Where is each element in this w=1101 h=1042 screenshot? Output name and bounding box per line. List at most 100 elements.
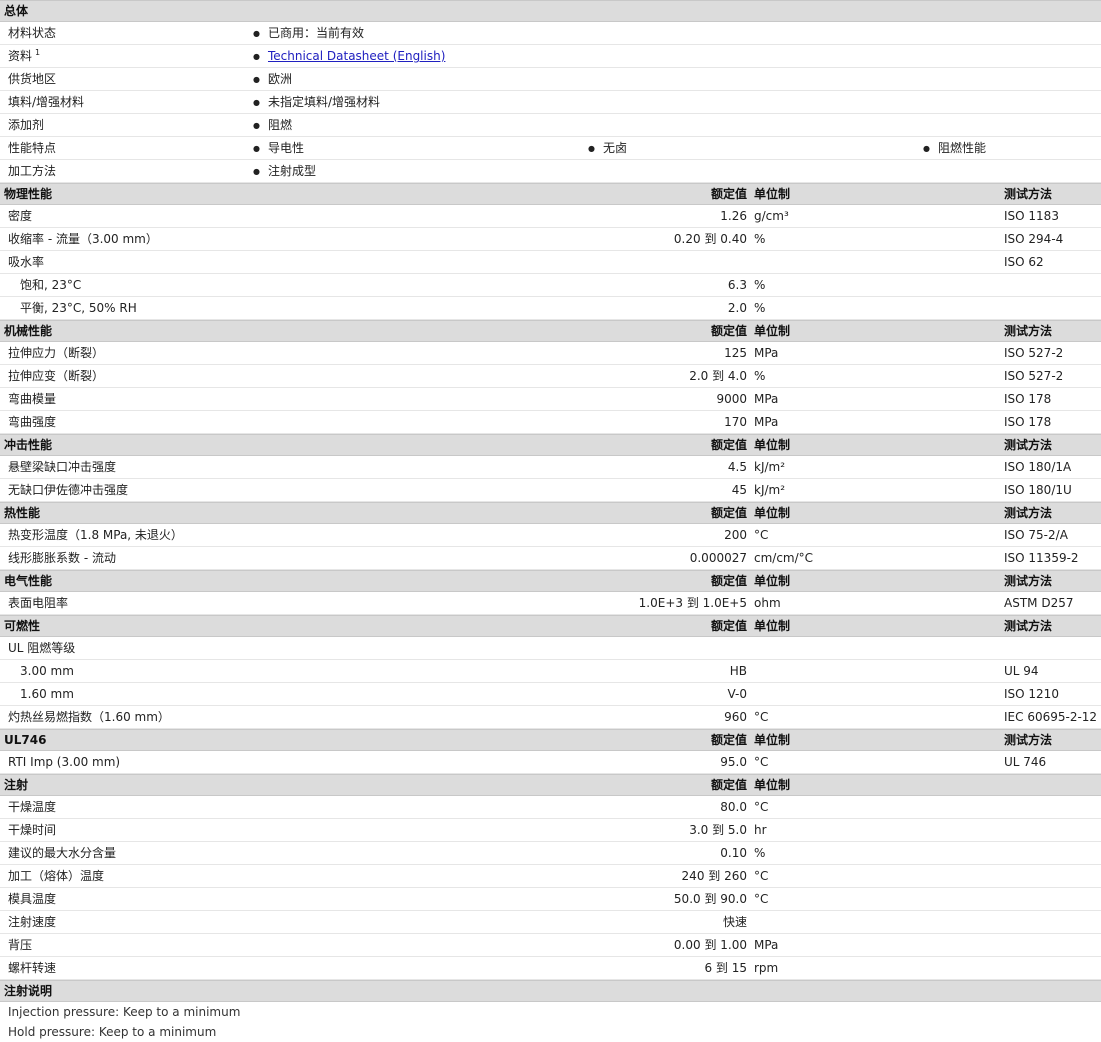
property-unit: kJ/m² <box>754 460 786 474</box>
property-label: 螺杆转速 <box>8 961 57 975</box>
property-row: 1.60 mm V-0 ISO 1210 <box>0 683 1101 706</box>
bullet-text: 阻燃性能 <box>937 141 986 155</box>
property-unit: % <box>754 301 766 315</box>
property-label: 线形膨胀系数 - 流动 <box>8 551 116 565</box>
property-row: 悬壁梁缺口冲击强度 4.5 kJ/m² ISO 180/1A <box>0 456 1101 479</box>
property-row: 拉伸应变（断裂） 2.0 到 4.0% ISO 527-2 <box>0 365 1101 388</box>
test-method: UL 94 <box>1004 664 1039 678</box>
property-value: 240 到 260 <box>681 869 747 883</box>
property-label: 1.60 mm <box>20 687 74 701</box>
property-unit: cm/cm/°C <box>754 551 814 565</box>
row-label-text: 供货地区 <box>8 72 57 86</box>
method-column-header: 测试方法 <box>1004 574 1053 588</box>
property-value: 1.0E+3 到 1.0E+5 <box>638 596 747 610</box>
property-row: 干燥温度 80.0 °C <box>0 796 1101 819</box>
property-label: 饱和, 23°C <box>20 278 82 292</box>
note-line: Injection pressure: Keep to a minimum <box>8 1005 241 1019</box>
property-value: 80.0 <box>720 800 747 814</box>
row-label-text: 资料 <box>8 49 33 63</box>
property-row: 表面电阻率 1.0E+3 到 1.0E+5 ohm ASTM D257 <box>0 592 1101 615</box>
property-row: 加工（熔体）温度 240 到 260 °C <box>0 865 1101 888</box>
bullet-text: 注射成型 <box>267 164 316 178</box>
bullet-text: 已商用：当前有效 <box>267 26 364 40</box>
general-row: 添加剂 阻燃 <box>0 114 1101 137</box>
bullet-text: 阻燃 <box>267 118 292 132</box>
property-label: 拉伸应力（断裂） <box>8 346 105 360</box>
property-value: 170 <box>724 415 747 429</box>
notes-section-header: 注射说明 <box>0 980 1101 1002</box>
row-label-text: 填料/增强材料 <box>8 95 85 109</box>
notes-list: Injection pressure: Keep to a minimum Hol… <box>0 1002 1101 1042</box>
property-value: 4.5 <box>727 460 747 474</box>
property-row: 热变形温度（1.8 MPa, 未退火） 200 °C ISO 75-2/A <box>0 524 1101 547</box>
bullet-text: 导电性 <box>267 141 304 155</box>
test-method: ISO 180/1A <box>1004 460 1072 474</box>
property-unit: °C <box>754 710 769 724</box>
test-method: ISO 75-2/A <box>1004 528 1068 542</box>
bullet-text: 未指定填料/增强材料 <box>267 95 381 109</box>
section-title: UL746 <box>4 733 47 747</box>
datasheet: 总体 材料状态 已商用：当前有效资料1 Technical Datasheet (E… <box>0 0 1101 1042</box>
property-row: 模具温度 50.0 到 90.0 °C <box>0 888 1101 911</box>
property-label: 注射速度 <box>8 915 57 929</box>
test-method: ISO 527-2 <box>1004 369 1064 383</box>
row-label: 供货地区 <box>8 68 56 90</box>
property-unit: ohm <box>754 596 781 610</box>
section-header: 电气性能 额定值 单位制 测试方法 <box>0 570 1101 592</box>
property-row: 平衡, 23°C, 50% RH 2.0% <box>0 297 1101 320</box>
technical-datasheet-link[interactable]: Technical Datasheet (English) <box>268 49 445 63</box>
test-method: ISO 1210 <box>1004 687 1059 701</box>
property-label: RTI Imp (3.00 mm) <box>8 755 121 769</box>
test-method: ISO 62 <box>1004 255 1044 269</box>
value-column-header: 额定值 <box>710 778 747 792</box>
property-row: 螺杆转速 6 到 15 rpm <box>0 957 1101 980</box>
test-method: ISO 294-4 <box>1004 232 1064 246</box>
property-value: 50.0 到 90.0 <box>673 892 747 906</box>
property-label: 加工（熔体）温度 <box>8 869 105 883</box>
property-value: 2.0 到 4.0 <box>689 369 747 383</box>
property-value: 0.10 <box>720 846 747 860</box>
property-unit: MPa <box>754 392 779 406</box>
test-method: ISO 178 <box>1004 415 1052 429</box>
property-unit: g/cm³ <box>754 209 789 223</box>
note-line: Hold pressure: Keep to a minimum <box>8 1025 217 1039</box>
value-column-header: 额定值 <box>710 619 747 633</box>
property-value: 125 <box>724 346 747 360</box>
row-label: 资料 1 <box>8 45 40 67</box>
property-row: 密度 1.26 g/cm³ ISO 1183 <box>0 205 1101 228</box>
property-value: V-0 <box>727 687 747 701</box>
value-column-header: 额定值 <box>710 324 747 338</box>
bullet-text: 欧洲 <box>267 72 292 86</box>
property-value: 1.26 <box>720 209 747 223</box>
value-column-header: 额定值 <box>710 506 747 520</box>
unit-column-header: 单位制 <box>754 733 791 747</box>
property-unit: kJ/m² <box>754 483 786 497</box>
property-label: 干燥时间 <box>8 823 57 837</box>
method-column-header: 测试方法 <box>1004 733 1053 747</box>
property-row: UL 阻燃等级 <box>0 637 1101 660</box>
section-title: 总体 <box>4 4 29 18</box>
unit-column-header: 单位制 <box>754 574 791 588</box>
general-row: 性能特点 导电性 无卤 阻燃性能 <box>0 137 1101 160</box>
property-value: 960 <box>724 710 747 724</box>
section-title: 注射 <box>4 778 29 792</box>
property-row: 收缩率 - 流量（3.00 mm） 0.20 到 0.40% ISO 294-4 <box>0 228 1101 251</box>
property-value: 0.20 到 0.40 <box>673 232 747 246</box>
property-label: 吸水率 <box>8 255 45 269</box>
property-unit: % <box>754 846 766 860</box>
property-row: 无缺口伊佐德冲击强度 45 kJ/m² ISO 180/1U <box>0 479 1101 502</box>
test-method: UL 746 <box>1004 755 1047 769</box>
footnote-marker: 1 <box>35 48 41 57</box>
section-header: 注射 额定值 单位制 <box>0 774 1101 796</box>
bullet-item: 注射成型 <box>253 160 316 184</box>
section-header: 机械性能 额定值 单位制 测试方法 <box>0 320 1101 342</box>
row-label-text: 添加剂 <box>8 118 45 132</box>
section-title: 机械性能 <box>4 324 53 338</box>
bullet-item: Technical Datasheet (English) <box>253 45 445 69</box>
general-row: 资料1 Technical Datasheet (English) <box>0 45 1101 68</box>
method-column-header: 测试方法 <box>1004 324 1053 338</box>
property-value: 2.0 <box>727 301 747 315</box>
bullet-item: 未指定填料/增强材料 <box>253 91 380 115</box>
method-column-header: 测试方法 <box>1004 619 1053 633</box>
property-row: 3.00 mm HB UL 94 <box>0 660 1101 683</box>
